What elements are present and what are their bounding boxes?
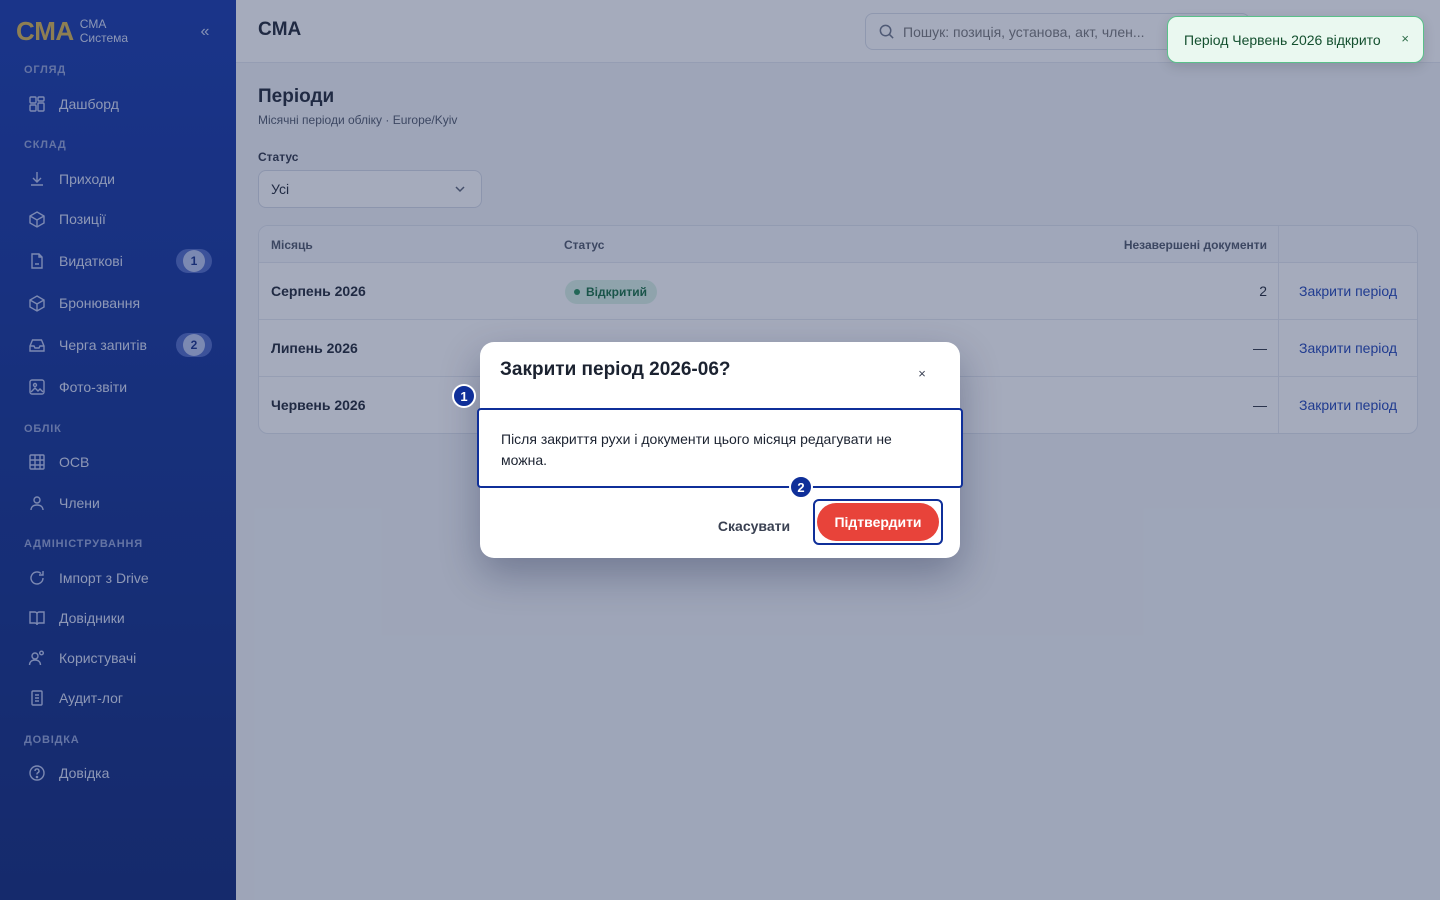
confirm-dialog: Закрити період 2026-06? × Після закриття… — [477, 342, 963, 558]
dialog-title: Закрити період 2026-06? — [500, 359, 731, 380]
annotation-marker-1: 1 — [452, 384, 476, 408]
cancel-button[interactable]: Скасувати — [708, 508, 800, 544]
dialog-body: Після закриття рухи і документи цього мі… — [477, 408, 963, 488]
dialog-close-icon[interactable]: × — [914, 366, 930, 384]
toast-close-icon[interactable]: × — [1401, 31, 1409, 46]
annotation-marker-2: 2 — [789, 475, 813, 499]
success-toast: Період Червень 2026 відкрито × — [1167, 16, 1424, 63]
toast-message: Період Червень 2026 відкрито — [1184, 31, 1381, 48]
confirm-button[interactable]: Підтвердити — [817, 503, 939, 541]
